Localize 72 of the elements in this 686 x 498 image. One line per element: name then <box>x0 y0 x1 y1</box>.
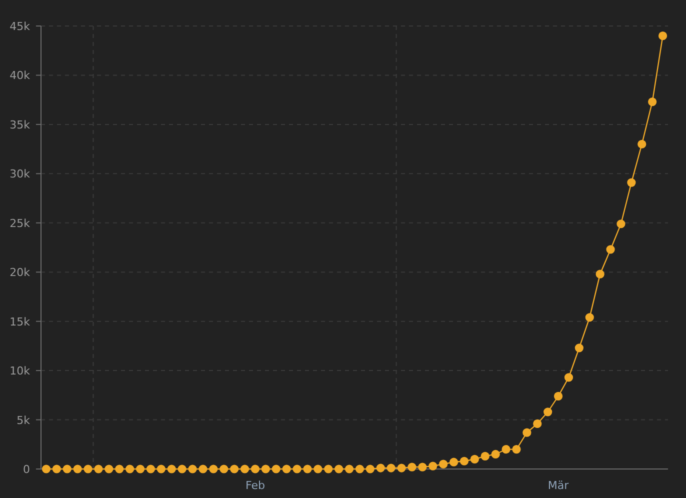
x-tick-label: Feb <box>245 479 265 492</box>
data-point <box>292 464 302 474</box>
data-point <box>585 313 594 322</box>
data-point <box>209 464 218 474</box>
data-point <box>627 178 636 187</box>
data-point <box>648 98 657 106</box>
data-point <box>220 464 228 474</box>
data-point <box>658 32 668 40</box>
y-tick-label: 5k <box>16 414 30 427</box>
y-tick-label: 0 <box>23 463 30 476</box>
data-point <box>355 464 364 474</box>
y-tick-label: 40k <box>10 69 30 82</box>
y-tick-label: 10k <box>10 364 30 378</box>
data-point <box>115 464 124 474</box>
data-point <box>261 464 270 474</box>
data-point <box>324 464 333 474</box>
data-point <box>638 140 646 148</box>
y-tick-label: 30k <box>10 168 30 181</box>
data-point <box>397 464 406 472</box>
data-point <box>230 464 239 474</box>
data-point <box>522 428 532 437</box>
data-point <box>533 419 542 428</box>
data-point <box>167 464 176 474</box>
data-point <box>136 464 145 474</box>
data-point <box>104 464 114 474</box>
data-point <box>616 220 626 228</box>
data-point <box>491 450 500 459</box>
data-point <box>272 464 280 474</box>
data-point <box>376 464 385 472</box>
data-point <box>502 445 510 454</box>
data-point <box>449 458 458 466</box>
y-tick-label: 25k <box>10 216 30 230</box>
data-point <box>460 456 469 466</box>
data-point <box>250 464 260 474</box>
data-point <box>198 464 208 474</box>
data-point <box>126 464 134 474</box>
data-point <box>480 452 490 460</box>
data-point <box>408 462 416 472</box>
data-point <box>156 464 166 474</box>
y-tick-label: 35k <box>10 118 30 132</box>
y-tick-label: 15k <box>10 315 30 328</box>
data-point <box>146 464 156 474</box>
data-point <box>418 462 427 472</box>
data-point <box>344 464 354 474</box>
data-point <box>240 464 250 474</box>
data-point <box>188 464 197 474</box>
data-point <box>606 245 615 254</box>
data-point <box>574 344 584 352</box>
data-point <box>62 464 72 474</box>
data-point <box>564 373 574 382</box>
data-point <box>42 464 51 474</box>
y-tick-label: 45k <box>10 20 30 33</box>
data-point <box>178 464 186 474</box>
data-point <box>282 464 291 474</box>
data-point <box>512 445 521 454</box>
data-point <box>544 408 552 416</box>
data-point <box>314 464 322 474</box>
data-point <box>386 464 396 472</box>
data-point <box>470 454 479 464</box>
x-tick-label: Mär <box>548 479 569 492</box>
data-point <box>439 460 448 468</box>
data-point <box>596 270 604 278</box>
data-point <box>84 464 92 474</box>
data-point <box>52 464 61 474</box>
data-point <box>554 392 563 400</box>
data-point <box>94 464 103 474</box>
data-point <box>366 464 374 474</box>
y-tick-label: 20k <box>10 266 30 280</box>
data-point <box>334 464 344 474</box>
data-point <box>73 464 82 474</box>
data-point <box>428 462 438 470</box>
data-point <box>303 464 312 474</box>
